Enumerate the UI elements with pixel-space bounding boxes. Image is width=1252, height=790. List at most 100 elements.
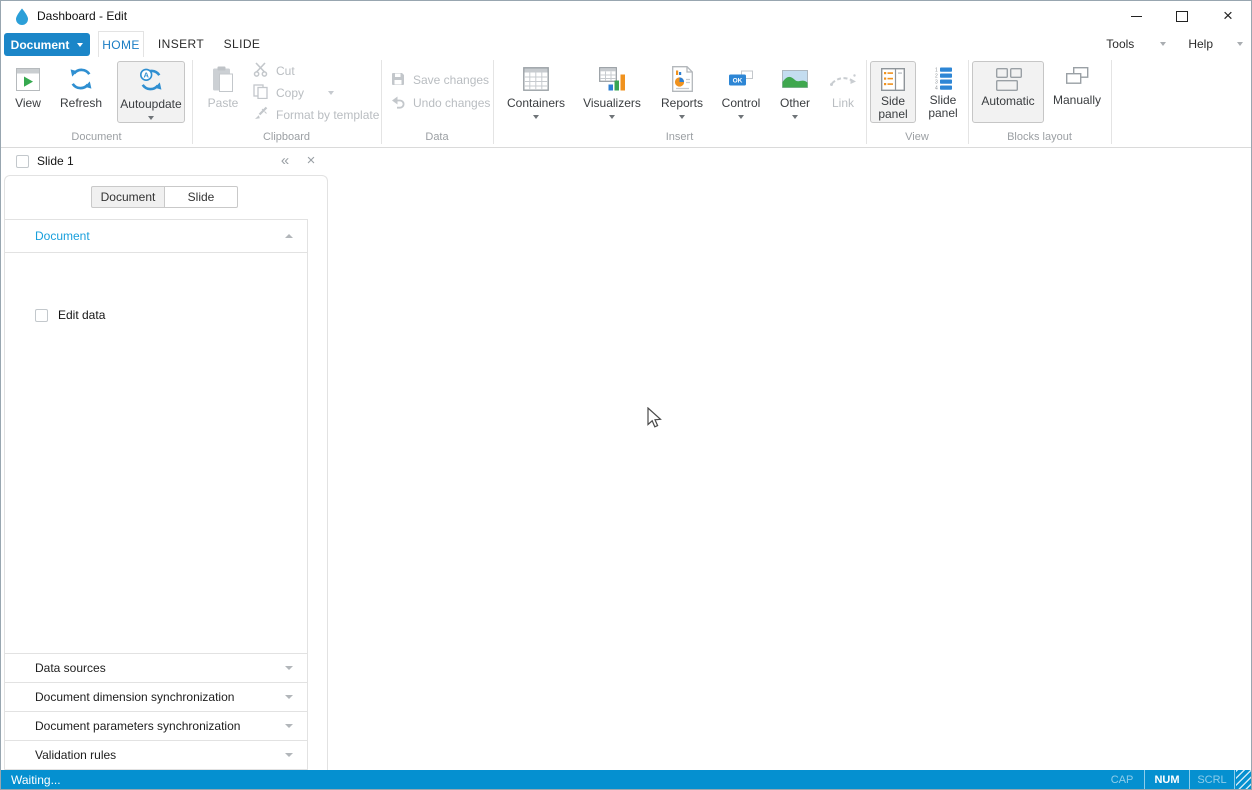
- visualizers-button[interactable]: Visualizers: [578, 61, 646, 119]
- svg-text:OK: OK: [733, 78, 743, 85]
- expand-arrow-icon: [285, 666, 293, 670]
- undo-changes-button[interactable]: Undo changes: [391, 95, 490, 111]
- collapse-arrow-icon: [285, 234, 293, 238]
- num-lock-indicator: NUM: [1154, 774, 1180, 786]
- side-panel-button[interactable]: Side panel: [870, 61, 916, 123]
- reports-label: Reports: [660, 96, 704, 110]
- svg-text:A: A: [143, 71, 149, 80]
- slide-tab-strip: Slide 1 « ×: [1, 148, 1251, 175]
- copy-button[interactable]: Copy: [253, 84, 335, 102]
- data-sources-label: Data sources: [35, 661, 106, 675]
- top-right-menus: Tools Help: [1106, 31, 1243, 57]
- resize-grip[interactable]: [1236, 770, 1251, 789]
- expand-arrow-icon: [285, 695, 293, 699]
- help-menu[interactable]: Help: [1188, 37, 1213, 51]
- containers-chevron-down-icon: [533, 115, 539, 119]
- visualizers-chart-icon: [598, 65, 626, 93]
- slide1-checkbox[interactable]: [16, 155, 29, 168]
- edit-data-checkbox[interactable]: [35, 308, 48, 322]
- autoupdate-chevron-down-icon: [148, 116, 154, 120]
- minimize-button[interactable]: [1113, 1, 1159, 31]
- side-panel-label: Side panel: [878, 94, 908, 121]
- control-chevron-down-icon: [738, 115, 744, 119]
- accordion-header-data-sources[interactable]: Data sources: [5, 653, 307, 682]
- reports-chevron-down-icon: [679, 115, 685, 119]
- panel-tab-document[interactable]: Document: [91, 186, 165, 208]
- tab-home[interactable]: HOME: [98, 31, 144, 57]
- refresh-icon: [68, 65, 94, 93]
- accordion: Document Edit data Data sources Document…: [5, 219, 308, 770]
- group-label-blocks-layout: Blocks layout: [1007, 131, 1072, 143]
- accordion-header-dimension-sync[interactable]: Document dimension synchronization: [5, 682, 307, 711]
- accordion-header-document[interactable]: Document: [5, 219, 307, 253]
- maximize-button[interactable]: [1159, 1, 1205, 31]
- slide-tab-label[interactable]: Slide 1: [37, 148, 74, 175]
- accordion-document-label: Document: [35, 229, 90, 243]
- visualizers-label: Visualizers: [583, 96, 641, 110]
- panel-mode-tabs: Document Slide: [91, 186, 238, 208]
- automatic-label: Automatic: [981, 94, 1035, 108]
- status-bar: Waiting... CAP NUM SCRL: [1, 770, 1251, 789]
- ribbon-separator: [1111, 60, 1112, 144]
- panel-tab-slide[interactable]: Slide: [164, 186, 238, 208]
- refresh-button[interactable]: Refresh: [53, 61, 109, 110]
- autoupdate-label: Autoupdate: [120, 97, 182, 111]
- collapse-panel-icon[interactable]: «: [276, 148, 294, 175]
- refresh-label: Refresh: [59, 96, 103, 110]
- other-chevron-down-icon: [792, 115, 798, 119]
- status-message: Waiting...: [11, 773, 61, 787]
- link-icon: [829, 65, 857, 93]
- ribbon: View Refresh A Autoupdate Document Paste…: [1, 58, 1251, 148]
- containers-button[interactable]: Containers: [504, 61, 568, 119]
- app-drop-icon: [15, 8, 29, 28]
- window-title: Dashboard - Edit: [37, 9, 128, 23]
- view-label: View: [15, 96, 41, 110]
- automatic-layout-button[interactable]: Automatic: [972, 61, 1044, 123]
- paste-button[interactable]: Paste: [203, 61, 243, 110]
- slide-panel-label: Slide panel: [928, 93, 958, 120]
- copy-icon: [253, 84, 268, 102]
- group-label-data: Data: [425, 131, 449, 143]
- save-floppy-icon: [391, 72, 405, 89]
- reports-button[interactable]: Reports: [654, 61, 710, 119]
- document-menu-button[interactable]: Document: [4, 33, 90, 56]
- accordion-header-parameters-sync[interactable]: Document parameters synchronization: [5, 711, 307, 740]
- close-slide-icon[interactable]: ×: [302, 148, 320, 175]
- manually-blocks-icon: [1065, 66, 1089, 91]
- view-button[interactable]: View: [7, 61, 49, 110]
- cut-scissors-icon: [253, 62, 268, 80]
- other-button[interactable]: Other: [773, 61, 817, 119]
- save-changes-label: Save changes: [413, 73, 490, 87]
- help-chevron-down-icon[interactable]: [1237, 42, 1243, 46]
- accordion-header-validation-rules[interactable]: Validation rules: [5, 740, 307, 770]
- tools-menu[interactable]: Tools: [1106, 37, 1134, 51]
- containers-grid-icon: [523, 65, 549, 93]
- autoupdate-icon: A: [138, 66, 164, 94]
- status-separator: [1234, 770, 1235, 789]
- autoupdate-button[interactable]: A Autoupdate: [117, 61, 185, 123]
- dimension-sync-label: Document dimension synchronization: [35, 690, 235, 704]
- control-button[interactable]: OK Control: [715, 61, 767, 119]
- side-panel-icon: [880, 67, 906, 92]
- copy-label: Copy: [276, 86, 305, 100]
- manually-layout-button[interactable]: Manually: [1048, 61, 1106, 123]
- slide-panel-button[interactable]: 1 2 3 4 Slide panel: [920, 61, 966, 123]
- save-changes-button[interactable]: Save changes: [391, 72, 489, 88]
- tab-slide[interactable]: SLIDE: [215, 31, 269, 57]
- tools-chevron-down-icon[interactable]: [1160, 42, 1167, 46]
- format-by-template-button[interactable]: Format by template: [253, 106, 380, 123]
- svg-text:4: 4: [935, 86, 938, 91]
- copy-chevron-down-icon: [328, 91, 335, 95]
- app-window: Dashboard - Edit × Document HOME INSERT …: [0, 0, 1252, 790]
- link-label: Link: [831, 96, 854, 110]
- caps-lock-indicator: CAP: [1110, 774, 1134, 786]
- validation-rules-label: Validation rules: [35, 748, 117, 762]
- link-button[interactable]: Link: [825, 61, 861, 110]
- close-button[interactable]: ×: [1205, 1, 1251, 31]
- minimize-icon: [1130, 15, 1142, 17]
- format-by-template-label: Format by template: [276, 108, 380, 122]
- cut-button[interactable]: Cut: [253, 62, 295, 80]
- parameters-sync-label: Document parameters synchronization: [35, 719, 241, 733]
- group-label-insert: Insert: [665, 131, 694, 143]
- tab-insert[interactable]: INSERT: [151, 31, 211, 57]
